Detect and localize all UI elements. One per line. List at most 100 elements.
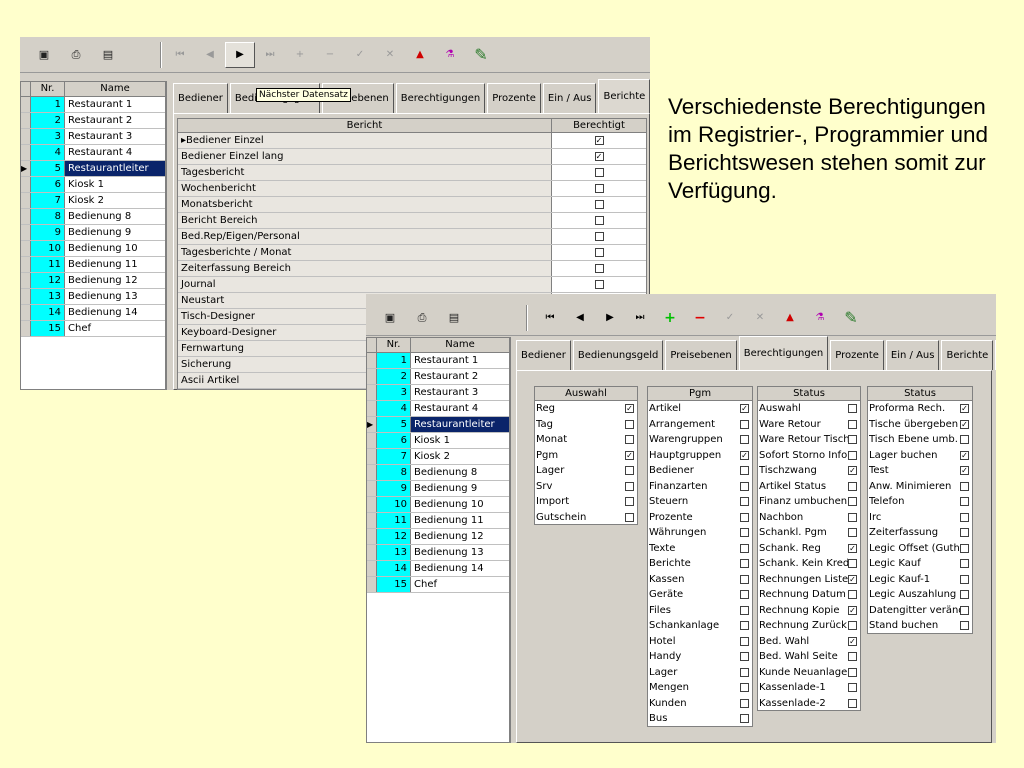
warning-icon[interactable]: ▲ (775, 305, 805, 331)
permission-item[interactable]: Währungen (648, 525, 752, 541)
permission-item[interactable]: Srv (535, 479, 637, 495)
table-row[interactable]: 8 Bedienung 8 (21, 209, 165, 225)
permission-item[interactable]: Legic Kauf-1 (868, 572, 972, 588)
permission-checkbox[interactable] (740, 652, 749, 662)
permission-item[interactable]: Bed. Wahl Seite (758, 649, 860, 665)
next-record-icon[interactable]: ▶ (595, 305, 625, 331)
tab-preisebenen[interactable]: Preisebenen (665, 340, 737, 370)
permission-checkbox[interactable] (848, 559, 857, 569)
tab-berechtigungen[interactable]: Berechtigungen (738, 336, 829, 370)
export-icon[interactable]: ▤ (443, 307, 465, 329)
permission-item[interactable]: Gutschein (535, 510, 637, 526)
exit-icon[interactable]: ▣ (379, 307, 401, 329)
permission-item[interactable]: Handy (648, 649, 752, 665)
tab-ein-aus[interactable]: Ein / Aus (885, 340, 940, 370)
permission-checkbox[interactable] (960, 543, 969, 553)
permission-checkbox[interactable] (625, 512, 634, 522)
berechtigt-checkbox[interactable] (594, 183, 604, 193)
permission-item[interactable]: Bus (648, 711, 752, 727)
table-row[interactable]: 15 Chef (21, 321, 165, 337)
permission-checkbox[interactable]: ✓ (740, 404, 749, 414)
permission-checkbox[interactable] (625, 466, 634, 476)
table-row[interactable]: Bed.Rep/Eigen/Personal (178, 229, 646, 245)
table-row[interactable]: 10 Bedienung 10 (367, 497, 509, 513)
permission-checkbox[interactable] (848, 404, 857, 414)
permission-item[interactable]: Reg ✓ (535, 401, 637, 417)
table-row[interactable]: Bericht Bereich (178, 213, 646, 229)
permission-item[interactable]: Import (535, 494, 637, 510)
table-row[interactable]: 9 Bedienung 9 (21, 225, 165, 241)
permission-item[interactable]: Monat (535, 432, 637, 448)
next-record-icon[interactable]: ▶ (225, 41, 255, 68)
permission-item[interactable]: Datengitter veränd. (868, 603, 972, 619)
permission-checkbox[interactable] (740, 466, 749, 476)
permission-checkbox[interactable] (740, 435, 749, 445)
last-record-icon[interactable]: ⏭ (255, 42, 285, 68)
permission-item[interactable]: Files (648, 603, 752, 619)
post-icon[interactable]: ✓ (345, 42, 375, 68)
permission-item[interactable]: Test ✓ (868, 463, 972, 479)
table-row[interactable]: 9 Bedienung 9 (367, 481, 509, 497)
table-row[interactable]: 7 Kiosk 2 (21, 193, 165, 209)
permission-checkbox[interactable] (625, 481, 634, 491)
permission-checkbox[interactable] (960, 605, 969, 615)
permission-checkbox[interactable] (740, 528, 749, 538)
permission-checkbox[interactable] (740, 512, 749, 522)
permission-item[interactable]: Kunde Neuanlage (758, 665, 860, 681)
prior-record-icon[interactable]: ◀ (195, 42, 225, 68)
table-row[interactable]: ▸Bediener Einzel ✓ (178, 133, 646, 149)
permission-checkbox[interactable]: ✓ (848, 636, 857, 646)
last-record-icon[interactable]: ⏭ (625, 305, 655, 331)
table-row[interactable]: 1 Restaurant 1 (367, 353, 509, 369)
table-row[interactable]: 14 Bedienung 14 (21, 305, 165, 321)
prior-record-icon[interactable]: ◀ (565, 305, 595, 331)
permission-checkbox[interactable]: ✓ (848, 574, 857, 584)
permission-item[interactable]: Lager (535, 463, 637, 479)
first-record-icon[interactable]: ⏮ (535, 305, 565, 331)
berechtigt-checkbox[interactable] (594, 231, 604, 241)
column-name[interactable]: Name (65, 82, 165, 96)
table-row[interactable]: 7 Kiosk 2 (367, 449, 509, 465)
permission-item[interactable]: Lager buchen ✓ (868, 448, 972, 464)
cancel-icon[interactable]: ✕ (375, 42, 405, 68)
permission-item[interactable]: Lager (648, 665, 752, 681)
permission-checkbox[interactable]: ✓ (625, 450, 634, 460)
permission-item[interactable]: Irc (868, 510, 972, 526)
permission-item[interactable]: Rechnung Kopie ✓ (758, 603, 860, 619)
permission-item[interactable]: Bediener (648, 463, 752, 479)
permission-checkbox[interactable]: ✓ (960, 419, 969, 429)
permission-checkbox[interactable] (848, 435, 857, 445)
permission-item[interactable]: Berichte (648, 556, 752, 572)
delete-record-icon[interactable]: − (315, 42, 345, 68)
permission-item[interactable]: Pgm ✓ (535, 448, 637, 464)
permission-item[interactable]: Legic Auszahlung (868, 587, 972, 603)
permission-item[interactable]: Telefon (868, 494, 972, 510)
permission-checkbox[interactable]: ✓ (848, 605, 857, 615)
permission-checkbox[interactable] (848, 698, 857, 708)
splitter[interactable] (166, 81, 170, 390)
table-row[interactable]: 11 Bedienung 11 (367, 513, 509, 529)
table-row[interactable]: 3 Restaurant 3 (21, 129, 165, 145)
table-row[interactable]: 1 Restaurant 1 (21, 97, 165, 113)
permission-checkbox[interactable] (848, 497, 857, 507)
permission-checkbox[interactable] (848, 621, 857, 631)
column-nr[interactable]: Nr. (377, 338, 411, 352)
tab-berichte[interactable]: Berichte (941, 340, 994, 370)
permission-item[interactable]: Legic Kauf (868, 556, 972, 572)
permission-checkbox[interactable] (740, 667, 749, 677)
tab-berichte[interactable]: Berichte (598, 79, 650, 113)
permission-item[interactable]: Auswahl (758, 401, 860, 417)
table-row[interactable]: 15 Chef (367, 577, 509, 593)
table-row[interactable]: Zeiterfassung Bereich (178, 261, 646, 277)
notepad-icon[interactable]: ✎ (840, 307, 862, 329)
permission-item[interactable]: Schankanlage (648, 618, 752, 634)
permission-item[interactable]: Rechnungen Liste ✓ (758, 572, 860, 588)
table-row[interactable]: 2 Restaurant 2 (367, 369, 509, 385)
permission-item[interactable]: Kassenlade-2 (758, 696, 860, 712)
permission-checkbox[interactable] (960, 559, 969, 569)
insert-record-icon[interactable]: + (285, 42, 315, 68)
permission-item[interactable]: Sofort Storno Info (758, 448, 860, 464)
table-row[interactable]: 13 Bedienung 13 (21, 289, 165, 305)
tab-bedienungsgeld[interactable]: Bedienungsgeld (572, 340, 664, 370)
table-row[interactable]: Bediener Einzel lang ✓ (178, 149, 646, 165)
